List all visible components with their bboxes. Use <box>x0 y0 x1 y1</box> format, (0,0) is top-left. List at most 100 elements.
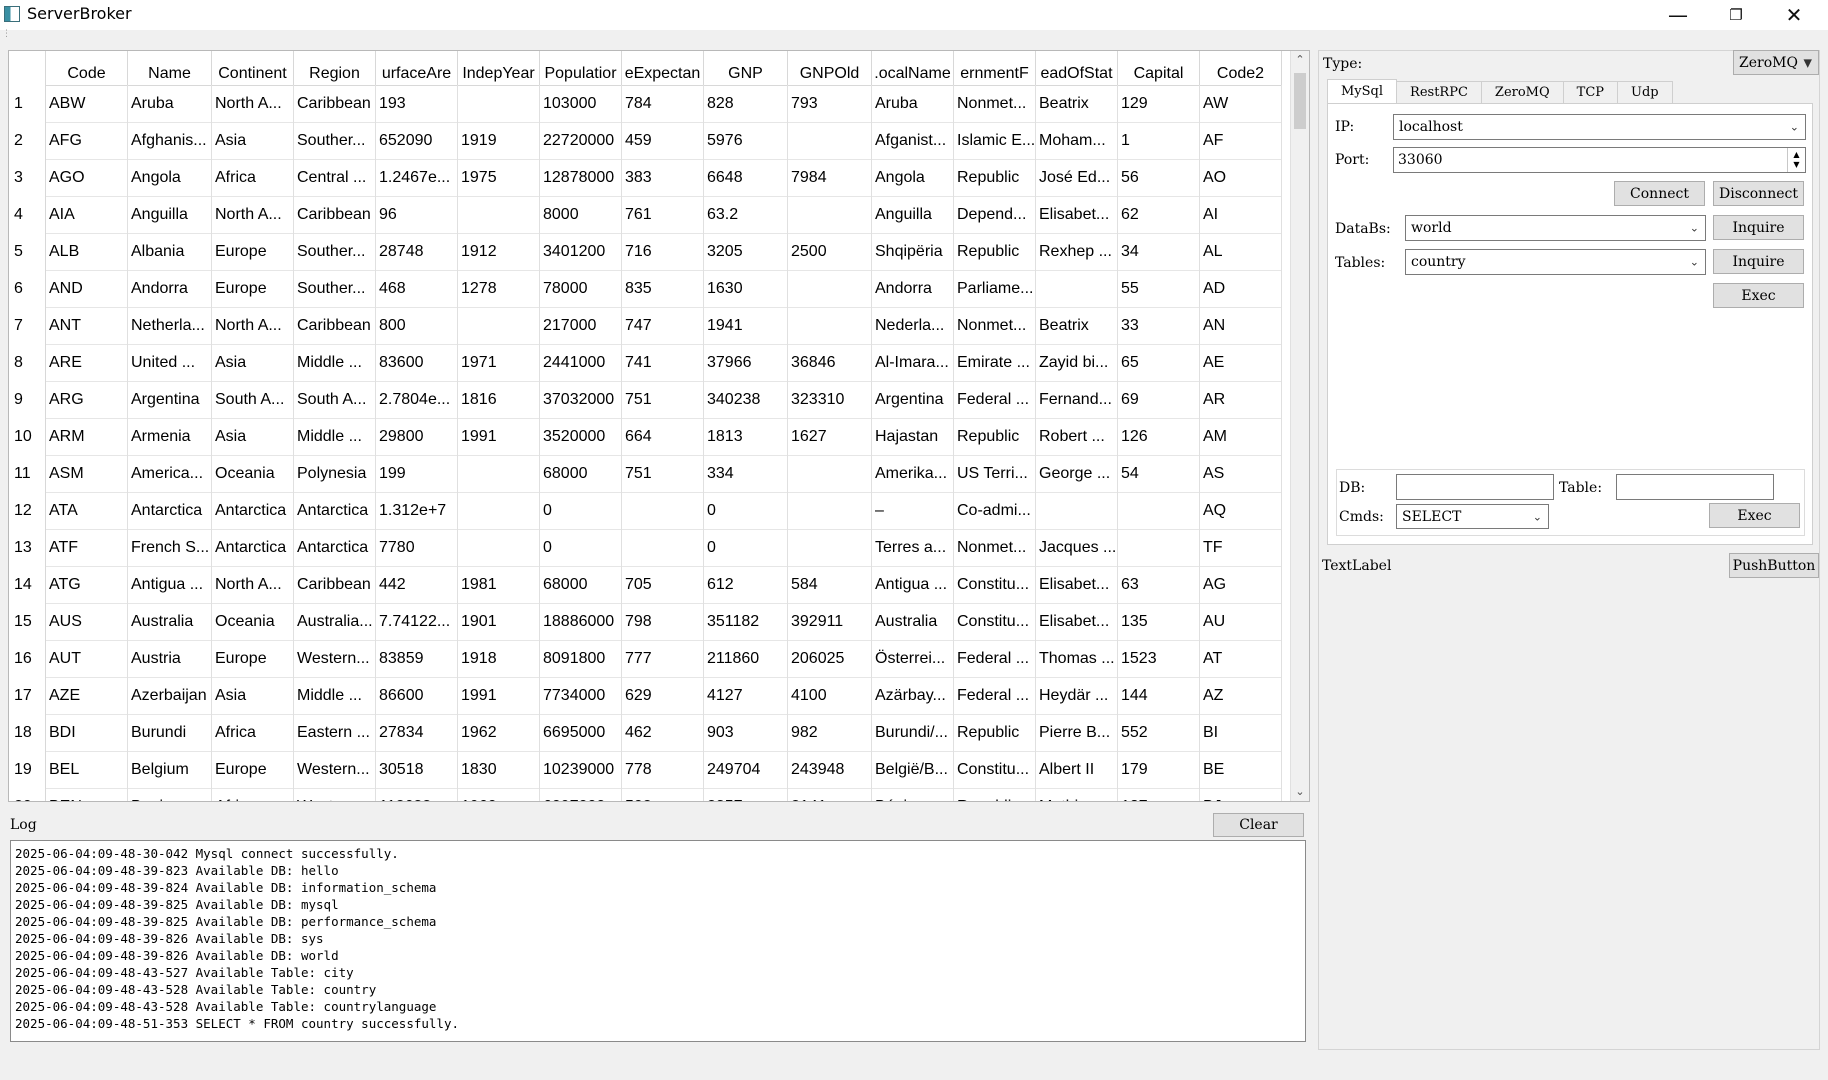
table-cell[interactable]: 6648 <box>704 159 788 196</box>
table-cell[interactable]: George ... <box>1036 455 1118 492</box>
table-cell[interactable]: Anguilla <box>872 196 954 233</box>
table-cell[interactable]: 0 <box>540 492 622 529</box>
table-cell[interactable]: Al-Imara... <box>872 344 954 381</box>
table-cell[interactable]: 459 <box>622 122 704 159</box>
table-cell[interactable]: 793 <box>788 85 872 122</box>
row-header[interactable]: 18 <box>9 714 46 751</box>
table-cell[interactable]: BEL <box>46 751 128 788</box>
table-cell[interactable] <box>788 529 872 566</box>
table-cell[interactable]: 126 <box>1118 418 1200 455</box>
table-cell[interactable]: US Terri... <box>954 455 1036 492</box>
table-cell[interactable]: 612 <box>704 566 788 603</box>
table-cell[interactable]: Mathieu ... <box>1036 788 1118 801</box>
table-cell[interactable]: 144 <box>1118 677 1200 714</box>
table-cell[interactable]: 1981 <box>458 566 540 603</box>
table-cell[interactable]: Pierre B... <box>1036 714 1118 751</box>
inquire-db-button[interactable]: Inquire <box>1713 215 1804 240</box>
table-cell[interactable] <box>1118 492 1200 529</box>
table-cell[interactable]: 584 <box>788 566 872 603</box>
table-cell[interactable] <box>622 529 704 566</box>
table-cell[interactable]: ARM <box>46 418 128 455</box>
table-cell[interactable] <box>458 85 540 122</box>
table-cell[interactable]: Australia <box>872 603 954 640</box>
column-header[interactable]: GNP <box>704 51 788 85</box>
table-cell[interactable] <box>458 196 540 233</box>
table-cell[interactable]: Europe <box>212 270 294 307</box>
table-cell[interactable]: Caribbean <box>294 196 376 233</box>
row-header[interactable]: 15 <box>9 603 46 640</box>
table-cell[interactable]: Souther... <box>294 270 376 307</box>
row-header[interactable]: 12 <box>9 492 46 529</box>
table-cell[interactable]: 1830 <box>458 751 540 788</box>
table-cell[interactable]: Anguilla <box>128 196 212 233</box>
table-cell[interactable]: Beatrix <box>1036 85 1118 122</box>
table-cell[interactable]: Argentina <box>128 381 212 418</box>
table-cell[interactable] <box>1036 270 1118 307</box>
table-cell[interactable]: 1912 <box>458 233 540 270</box>
table-cell[interactable]: 664 <box>622 418 704 455</box>
table-cell[interactable]: AT <box>1200 640 1282 677</box>
table-cell[interactable]: 761 <box>622 196 704 233</box>
scroll-thumb[interactable] <box>1294 73 1306 129</box>
table-cell[interactable]: Azärbay... <box>872 677 954 714</box>
table-cell[interactable]: Andorra <box>872 270 954 307</box>
table-cell[interactable]: 800 <box>376 307 458 344</box>
table-cell[interactable]: 1901 <box>458 603 540 640</box>
column-header[interactable]: .ocalName <box>872 51 954 85</box>
table-cell[interactable]: Shqipëria <box>872 233 954 270</box>
table-cell[interactable]: 1918 <box>458 640 540 677</box>
table-cell[interactable]: Caribbean <box>294 307 376 344</box>
table-cell[interactable]: 103000 <box>540 85 622 122</box>
table-cell[interactable]: 442 <box>376 566 458 603</box>
table-cell[interactable] <box>788 196 872 233</box>
table-cell[interactable]: Afganist... <box>872 122 954 159</box>
table-cell[interactable]: Albert II <box>1036 751 1118 788</box>
table-cell[interactable]: Österrei... <box>872 640 954 677</box>
row-header[interactable]: 19 <box>9 751 46 788</box>
table-row[interactable]: 7 ANT Netherla... North A... Caribbean 800 217… <box>9 307 1282 345</box>
connect-button[interactable]: Connect <box>1614 181 1705 206</box>
table-cell[interactable]: 18886000 <box>540 603 622 640</box>
table-cell[interactable]: AZE <box>46 677 128 714</box>
table-cell[interactable]: Australia <box>128 603 212 640</box>
table-cell[interactable]: ATA <box>46 492 128 529</box>
data-table[interactable]: Code Name Continent Region urfaceAre IndepYea… <box>8 50 1310 802</box>
table-cell[interactable]: Republic <box>954 788 1036 801</box>
table-input[interactable] <box>1616 474 1774 500</box>
column-header[interactable]: IndepYear <box>458 51 540 85</box>
table-cell[interactable]: 1523 <box>1118 640 1200 677</box>
table-cell[interactable]: 383 <box>622 159 704 196</box>
table-cell[interactable]: Amerika... <box>872 455 954 492</box>
table-row[interactable]: 20BENBeninAfricaWestern...11262219606097… <box>9 788 1282 801</box>
table-cell[interactable]: Albania <box>128 233 212 270</box>
table-cell[interactable]: 1.2467e... <box>376 159 458 196</box>
table-row[interactable]: 9 ARG Argentina South A... South A... 2.7804e… <box>9 381 1282 419</box>
table-cell[interactable]: 751 <box>622 381 704 418</box>
table-row[interactable]: 12 ATA Antarctica Antarctica Antarctica 1.312… <box>9 492 1282 530</box>
table-cell[interactable]: 1627 <box>788 418 872 455</box>
table-row[interactable]: 11 ASM America... Oceania Polynesia 199 68000 7… <box>9 455 1282 493</box>
table-cell[interactable]: 29800 <box>376 418 458 455</box>
table-cell[interactable] <box>788 307 872 344</box>
table-cell[interactable]: Antarctica <box>212 529 294 566</box>
disconnect-button[interactable]: Disconnect <box>1713 181 1804 206</box>
table-cell[interactable]: Asia <box>212 122 294 159</box>
table-cell[interactable]: AW <box>1200 85 1282 122</box>
table-cell[interactable]: BDI <box>46 714 128 751</box>
table-cell[interactable]: 1278 <box>458 270 540 307</box>
table-cell[interactable]: 249704 <box>704 751 788 788</box>
table-cell[interactable]: 1941 <box>704 307 788 344</box>
table-cell[interactable]: North A... <box>212 85 294 122</box>
table-cell[interactable] <box>458 492 540 529</box>
table-row[interactable]: 6 AND Andorra Europe Souther... 468 1278 78000 8… <box>9 270 1282 308</box>
row-header[interactable]: 20 <box>9 788 46 801</box>
table-cell[interactable]: 4100 <box>788 677 872 714</box>
table-cell[interactable]: Eastern ... <box>294 714 376 751</box>
table-cell[interactable]: AFG <box>46 122 128 159</box>
table-cell[interactable]: Co-admi... <box>954 492 1036 529</box>
table-row[interactable]: 10 ARM Armenia Asia Middle ... 29800 1991 35200… <box>9 418 1282 456</box>
row-header[interactable]: 3 <box>9 159 46 196</box>
table-cell[interactable]: 1962 <box>458 714 540 751</box>
table-cell[interactable] <box>622 492 704 529</box>
column-header[interactable]: eadOfStat <box>1036 51 1118 85</box>
